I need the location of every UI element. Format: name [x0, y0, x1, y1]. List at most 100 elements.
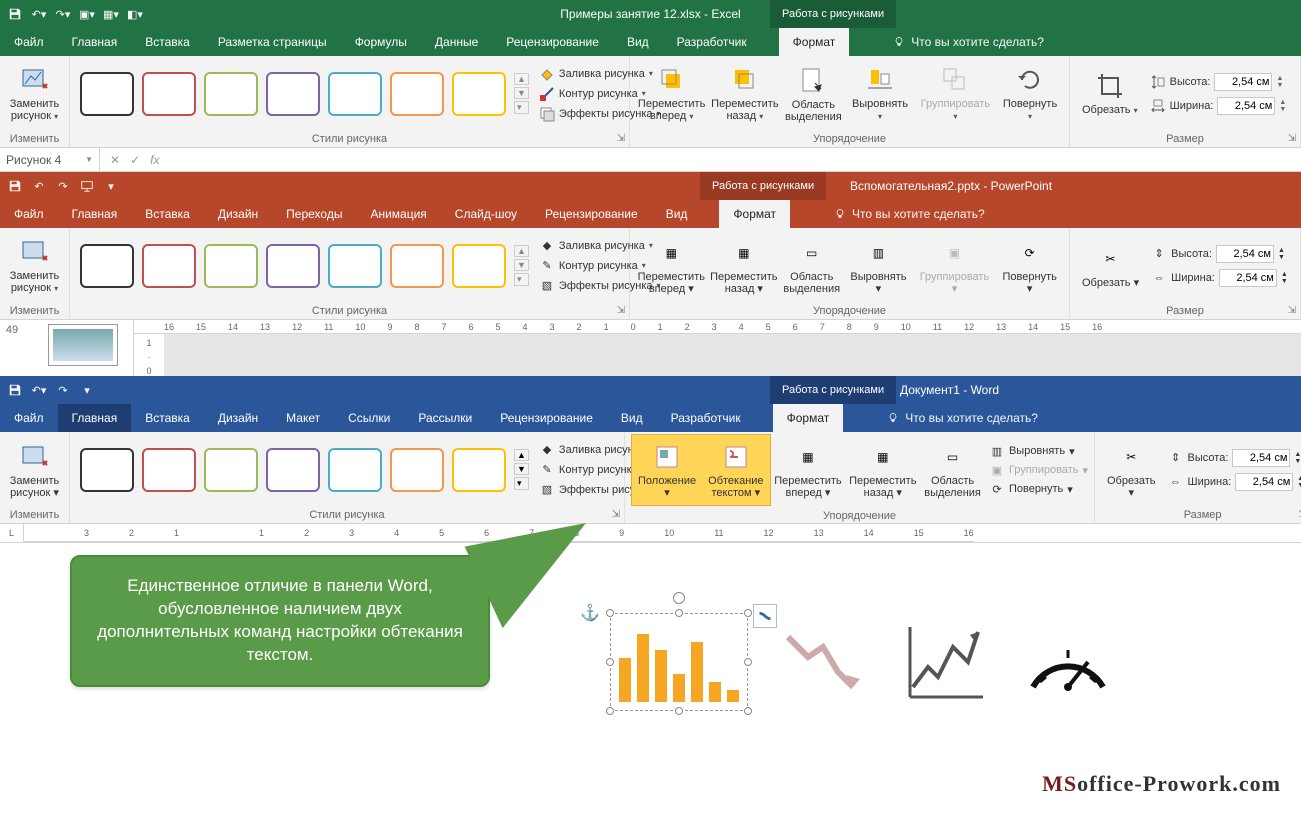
- picture-style-2[interactable]: [142, 244, 196, 288]
- tell-me-search[interactable]: Что вы хотите сделать?: [873, 404, 1052, 432]
- picture-style-6[interactable]: [390, 244, 444, 288]
- redo-icon[interactable]: ↷▾: [54, 5, 72, 23]
- spin-up-icon[interactable]: ▲: [1276, 75, 1283, 82]
- position-button[interactable]: Положение▾: [632, 435, 702, 505]
- horizontal-ruler[interactable]: 1615141312111098765432101234567891011121…: [134, 320, 1301, 334]
- picture-style-2[interactable]: [142, 448, 196, 492]
- send-backward-button[interactable]: Переместитьназад ▾: [709, 62, 780, 125]
- dialog-launcher-icon[interactable]: ⇲: [610, 508, 622, 520]
- tab-review[interactable]: Рецензирование: [531, 200, 652, 228]
- dialog-launcher-icon[interactable]: ⇲: [615, 304, 627, 316]
- align-button[interactable]: Выровнять ▾: [846, 62, 914, 125]
- cancel-icon[interactable]: ✕: [110, 153, 120, 167]
- width-input[interactable]: [1235, 473, 1293, 491]
- selected-picture[interactable]: [610, 613, 748, 711]
- tab-selector-icon[interactable]: L: [0, 524, 24, 542]
- align-button[interactable]: ▥Выровнять ▾: [989, 442, 1088, 460]
- tab-review[interactable]: Рецензирование: [492, 28, 613, 56]
- crop-button[interactable]: ✂Обрезать ▾: [1101, 439, 1162, 501]
- tab-mailings[interactable]: Рассылки: [404, 404, 486, 432]
- bring-forward-button[interactable]: Переместитьвперед ▾: [636, 62, 707, 125]
- picture-style-7[interactable]: [452, 448, 506, 492]
- selection-pane-button[interactable]: Областьвыделения: [782, 63, 844, 125]
- gallery-more-icon[interactable]: ▾: [514, 101, 529, 114]
- tab-insert[interactable]: Вставка: [131, 404, 204, 432]
- replace-picture-button[interactable]: Заменитьрисунок ▾: [6, 439, 63, 501]
- height-input[interactable]: [1216, 245, 1274, 263]
- tab-data[interactable]: Данные: [421, 28, 492, 56]
- picture-style-2[interactable]: [142, 72, 196, 116]
- tab-home[interactable]: Главная: [58, 404, 132, 432]
- fx-icon[interactable]: fx: [150, 153, 159, 167]
- tab-developer[interactable]: Разработчик: [663, 28, 761, 56]
- gallery-down-icon[interactable]: ▼: [514, 87, 529, 99]
- slide-thumbnail[interactable]: [48, 324, 118, 366]
- tab-formulas[interactable]: Формулы: [341, 28, 421, 56]
- tab-file[interactable]: Файл: [0, 28, 58, 56]
- selection-pane-button[interactable]: ▭Областьвыделения: [781, 235, 842, 297]
- width-input[interactable]: [1219, 269, 1277, 287]
- enter-icon[interactable]: ✓: [130, 153, 140, 167]
- height-input[interactable]: [1214, 73, 1272, 91]
- rotate-button[interactable]: Повернуть ▾: [997, 62, 1063, 125]
- dialog-launcher-icon[interactable]: ⇲: [1296, 508, 1301, 520]
- tab-file[interactable]: Файл: [0, 404, 58, 432]
- picture-style-5[interactable]: [328, 244, 382, 288]
- picture-style-6[interactable]: [390, 448, 444, 492]
- crop-button[interactable]: Обрезать ▾: [1076, 68, 1144, 119]
- picture-style-5[interactable]: [328, 448, 382, 492]
- tab-view[interactable]: Вид: [652, 200, 702, 228]
- bring-forward-button[interactable]: ▦Переместитьвперед ▾: [636, 235, 707, 297]
- picture-style-4[interactable]: [266, 448, 320, 492]
- tab-format[interactable]: Формат: [779, 28, 850, 56]
- tab-references[interactable]: Ссылки: [334, 404, 404, 432]
- tab-pagelayout[interactable]: Разметка страницы: [204, 28, 341, 56]
- gallery-up-icon[interactable]: ▲: [514, 245, 529, 257]
- picture-style-1[interactable]: [80, 244, 134, 288]
- layout-options-icon[interactable]: [753, 604, 777, 628]
- crop-button[interactable]: ✂Обрезать ▾: [1076, 241, 1145, 291]
- picture-style-6[interactable]: [390, 72, 444, 116]
- picture-style-3[interactable]: [204, 72, 258, 116]
- tab-design[interactable]: Дизайн: [204, 200, 272, 228]
- picture-style-4[interactable]: [266, 244, 320, 288]
- picture-style-5[interactable]: [328, 72, 382, 116]
- qat-extra2-icon[interactable]: ▦▾: [102, 5, 120, 23]
- height-input[interactable]: [1232, 449, 1290, 467]
- tab-insert[interactable]: Вставка: [131, 200, 204, 228]
- tab-animations[interactable]: Анимация: [356, 200, 440, 228]
- gallery-down-icon[interactable]: ▼: [514, 259, 529, 271]
- dialog-launcher-icon[interactable]: ⇲: [1286, 304, 1298, 316]
- tell-me-search[interactable]: Что вы хотите сделать?: [879, 28, 1058, 56]
- replace-picture-button[interactable]: Заменитьрисунок ▾: [6, 62, 63, 125]
- spin-down-icon[interactable]: ▼: [1276, 82, 1283, 89]
- tab-design[interactable]: Дизайн: [204, 404, 272, 432]
- selection-pane-button[interactable]: ▭Областьвыделения: [920, 439, 985, 501]
- redo-icon[interactable]: ↷: [54, 381, 72, 399]
- rotate-button[interactable]: ⟳Повернуть ▾: [996, 235, 1063, 297]
- rotate-handle-icon[interactable]: [673, 592, 685, 604]
- save-icon[interactable]: [6, 381, 24, 399]
- tell-me-search[interactable]: Что вы хотите сделать?: [820, 200, 999, 228]
- tab-insert[interactable]: Вставка: [131, 28, 204, 56]
- tab-view[interactable]: Вид: [607, 404, 657, 432]
- dialog-launcher-icon[interactable]: ⇲: [615, 132, 627, 144]
- undo-icon[interactable]: ↶▾: [30, 381, 48, 399]
- send-backward-button[interactable]: ▦Переместитьназад ▾: [845, 439, 920, 501]
- tab-developer[interactable]: Разработчик: [657, 404, 755, 432]
- picture-style-3[interactable]: [204, 244, 258, 288]
- rotate-button[interactable]: ⟳Повернуть ▾: [989, 480, 1088, 498]
- qat-more-icon[interactable]: ▾: [102, 177, 120, 195]
- picture-style-7[interactable]: [452, 244, 506, 288]
- qat-extra1-icon[interactable]: ▣▾: [78, 5, 96, 23]
- tab-view[interactable]: Вид: [613, 28, 663, 56]
- redo-icon[interactable]: ↷: [54, 177, 72, 195]
- spin-down-icon[interactable]: ▼: [1279, 106, 1286, 113]
- wrap-text-button[interactable]: Обтеканиетекстом ▾: [702, 435, 769, 505]
- tab-slideshow[interactable]: Слайд-шоу: [441, 200, 531, 228]
- picture-style-7[interactable]: [452, 72, 506, 116]
- picture-style-1[interactable]: [80, 448, 134, 492]
- qat-extra3-icon[interactable]: ◧▾: [126, 5, 144, 23]
- tab-layout[interactable]: Макет: [272, 404, 334, 432]
- gallery-more-icon[interactable]: ▾: [514, 273, 529, 286]
